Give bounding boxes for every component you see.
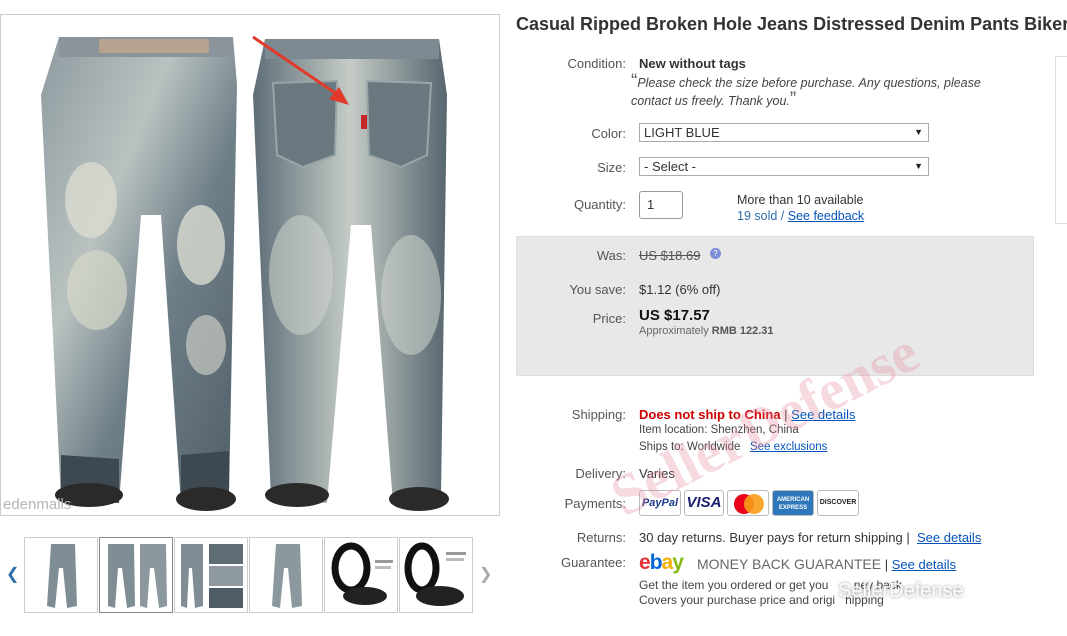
amex-icon: AMERICAN EXPRESS	[772, 490, 814, 516]
delivery-label: Delivery:	[575, 466, 626, 481]
ebay-logo-e: e	[639, 551, 651, 574]
item-title: Casual Ripped Broken Hole Jeans Distress…	[516, 14, 1067, 34]
shipping-label: Shipping:	[571, 407, 626, 422]
paypal-icon: PayPal	[639, 490, 681, 516]
side-panel-edge	[1055, 56, 1067, 224]
money-back-row: MONEY BACK GUARANTEE | See details	[697, 556, 956, 572]
delivery-value: Varies	[639, 466, 675, 481]
ships-to: Ships to: Worldwide	[639, 441, 741, 453]
color-label: Color:	[591, 126, 626, 141]
thumb-belt	[331, 542, 393, 605]
size-select[interactable]: - Select - ▼	[639, 157, 929, 176]
returns-details-link[interactable]: See details	[917, 530, 981, 545]
returns-value: 30 day returns. Buyer pays for return sh…	[639, 530, 903, 545]
thumb-next-arrow-icon[interactable]: ❯	[479, 564, 492, 584]
chevron-down-icon: ▼	[914, 127, 923, 137]
shipping-details-link[interactable]: See details	[791, 407, 855, 422]
thumb-jeans-pair	[108, 544, 167, 608]
jeans-illustration	[41, 35, 449, 511]
thumbnail-2[interactable]	[99, 537, 173, 613]
savings-value: $1.12 (6% off)	[639, 282, 721, 297]
guarantee-details-link[interactable]: See details	[892, 557, 956, 572]
thumb-prev-arrow-icon[interactable]: ❮	[6, 564, 19, 584]
mastercard-icon	[727, 490, 769, 516]
quantity-input[interactable]: 1	[639, 191, 683, 219]
thumb-belt-alt	[404, 542, 466, 606]
size-label: Size:	[597, 160, 626, 175]
shipping-status-row: Does not ship to China | See details	[639, 407, 856, 422]
returns-label: Returns:	[576, 530, 626, 545]
condition-note: “Please check the size before purchase. …	[631, 72, 1011, 110]
ebay-logo-b: b	[649, 551, 663, 574]
shipping-separator: |	[780, 407, 792, 422]
quantity-label: Quantity:	[573, 197, 626, 212]
color-selected-value: LIGHT BLUE	[644, 125, 720, 140]
condition-value: New without tags	[639, 56, 746, 71]
current-price: US $17.57	[639, 307, 710, 324]
ebay-logo-y: y	[672, 551, 684, 574]
was-label: Was:	[596, 248, 626, 263]
thumbnail-3[interactable]	[174, 537, 248, 613]
corner-watermark: SellerDefense	[838, 580, 964, 602]
guarantee-label: Guarantee:	[560, 555, 626, 570]
shop-watermark: edenmalls	[3, 496, 72, 513]
returns-separator: |	[902, 530, 914, 545]
item-location: Item location: Shenzhen, China	[639, 424, 799, 436]
back-jeans	[253, 39, 449, 511]
close-quote-icon: ”	[789, 89, 797, 110]
money-back-text: MONEY BACK GUARANTEE	[697, 556, 882, 572]
guarantee-separator: |	[881, 557, 892, 572]
see-exclusions-link[interactable]: See exclusions	[750, 441, 827, 453]
approx-price: Approximately RMB 122.31	[639, 325, 774, 337]
you-save-label: You save:	[569, 282, 626, 297]
thumbnail-strip: ❮ ❯	[0, 536, 500, 614]
sold-count: 19 sold	[737, 209, 778, 223]
color-select[interactable]: LIGHT BLUE ▼	[639, 123, 929, 142]
condition-label: Condition:	[567, 56, 626, 71]
sold-separator: /	[777, 209, 788, 223]
thumbnail-5[interactable]	[324, 537, 398, 613]
thumb-jeans-front	[47, 544, 77, 608]
guarantee-line-2-text: Covers your purchase price and origi	[639, 593, 836, 607]
availability-text: More than 10 available	[737, 193, 864, 207]
see-feedback-link[interactable]: See feedback	[788, 209, 864, 223]
approx-prefix: Approximately	[639, 325, 709, 337]
sold-info: 19 sold / See feedback	[737, 209, 864, 223]
info-icon[interactable]: ?	[710, 248, 721, 259]
ships-to-row: Ships to: Worldwide See exclusions	[639, 441, 827, 453]
was-price: US $18.69	[639, 248, 701, 263]
condition-note-text: Please check the size before purchase. A…	[631, 76, 981, 108]
ebay-logo: ebay	[639, 551, 684, 575]
discover-icon: DISCOVER	[817, 490, 859, 516]
main-product-image[interactable]: edenmalls	[0, 14, 500, 516]
approx-value: RMB 122.31	[711, 325, 774, 337]
size-selected-value: - Select -	[644, 159, 697, 174]
front-jeans	[41, 37, 237, 511]
visa-icon: VISA	[684, 490, 724, 516]
ebay-logo-a: a	[661, 551, 674, 574]
price-label: Price:	[592, 311, 626, 326]
returns-row: 30 day returns. Buyer pays for return sh…	[639, 530, 981, 545]
chevron-down-icon: ▼	[914, 161, 923, 171]
payments-label: Payments:	[564, 496, 626, 511]
thumbnail-1[interactable]	[24, 537, 98, 613]
shipping-status: Does not ship to China	[639, 407, 781, 422]
thumbnail-6[interactable]	[399, 537, 473, 613]
guarantee-line-1-text: Get the item you ordered or get you	[639, 578, 829, 592]
thumb-jeans-back	[272, 544, 302, 608]
thumbnail-4[interactable]	[249, 537, 323, 613]
thumb-jeans-collage	[181, 544, 243, 608]
mastercard-circles	[734, 494, 764, 514]
